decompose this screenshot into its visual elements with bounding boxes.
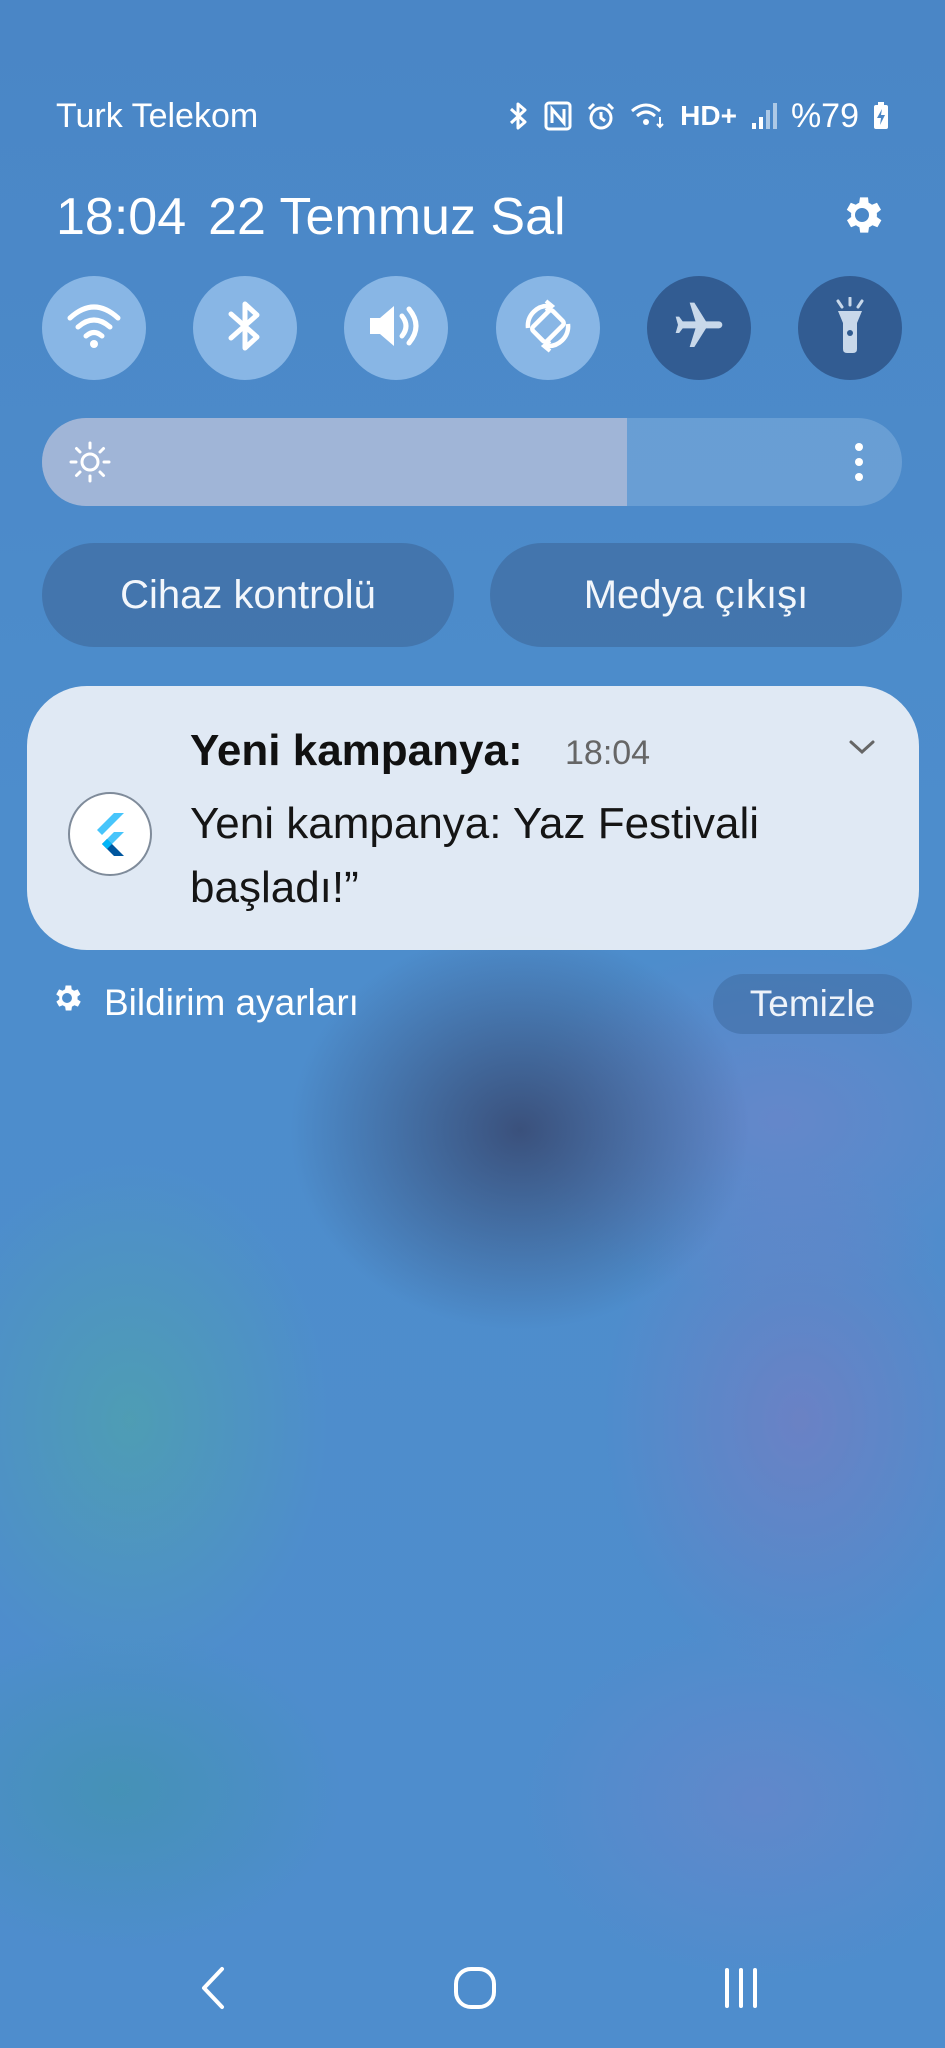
back-icon	[198, 1965, 228, 2016]
flutter-logo-icon	[68, 792, 152, 876]
nfc-icon	[544, 101, 572, 131]
back-button[interactable]	[163, 1955, 263, 2025]
notification-settings-link[interactable]: Bildirim ayarları	[50, 981, 359, 1024]
notification-card[interactable]: Yeni kampanya: 18:04 Yeni kampanya: Yaz …	[27, 686, 919, 950]
bluetooth-icon	[225, 299, 265, 358]
notification-title: Yeni kampanya:	[190, 726, 523, 775]
wifi-call-icon	[630, 101, 666, 131]
gear-icon	[838, 191, 886, 244]
recent-apps-icon	[719, 1966, 763, 2015]
tile-bluetooth[interactable]	[193, 276, 298, 380]
wifi-icon	[67, 303, 121, 354]
brightness-slider[interactable]	[42, 418, 902, 506]
bluetooth-icon	[508, 101, 530, 131]
battery-level: %79	[790, 96, 859, 135]
flashlight-icon	[830, 296, 870, 360]
notification-settings-label: Bildirim ayarları	[104, 981, 359, 1023]
clock: 18:04	[56, 188, 187, 246]
navigation-bar	[0, 1955, 945, 2025]
alarm-icon	[586, 101, 616, 131]
device-control-button[interactable]: Cihaz kontrolü	[42, 543, 454, 647]
volume-icon	[366, 301, 426, 356]
status-bar: Turk Telekom HD+ %79	[56, 92, 889, 140]
date-label: 22 Temmuz Sal	[208, 188, 566, 246]
notification-shade: Turk Telekom HD+ %79 18:04 22 Temmuz Sal…	[0, 0, 945, 2048]
signal-icon	[751, 101, 777, 131]
tile-auto-rotate[interactable]	[495, 276, 600, 380]
tile-airplane-mode[interactable]	[646, 276, 751, 380]
media-output-button[interactable]: Medya çıkışı	[490, 543, 902, 647]
date-row: 18:04 22 Temmuz Sal	[56, 182, 889, 252]
quick-settings-tiles	[42, 276, 902, 380]
rotate-icon	[520, 298, 576, 359]
hd-voice-icon: HD+	[680, 100, 737, 131]
clear-all-button[interactable]: Temizle	[713, 974, 912, 1034]
gear-icon	[50, 981, 84, 1024]
brightness-fill	[42, 418, 627, 506]
home-icon	[452, 1965, 498, 2016]
sun-icon	[68, 440, 112, 484]
status-icons: HD+ %79	[508, 97, 889, 136]
more-vertical-icon[interactable]	[854, 440, 864, 484]
carrier-name: Turk Telekom	[56, 96, 259, 135]
notification-time: 18:04	[565, 734, 651, 772]
notification-body: Yeni kampanya: Yaz Festivali başladı!”	[190, 799, 760, 912]
tile-sound[interactable]	[344, 276, 449, 380]
recent-apps-button[interactable]	[691, 1955, 791, 2025]
home-button[interactable]	[425, 1955, 525, 2025]
settings-button[interactable]	[835, 190, 889, 244]
airplane-icon	[671, 298, 727, 359]
battery-charging-icon	[873, 102, 889, 130]
chevron-down-icon[interactable]	[847, 736, 877, 758]
tile-flashlight[interactable]	[797, 276, 902, 380]
tile-wifi[interactable]	[42, 276, 146, 380]
